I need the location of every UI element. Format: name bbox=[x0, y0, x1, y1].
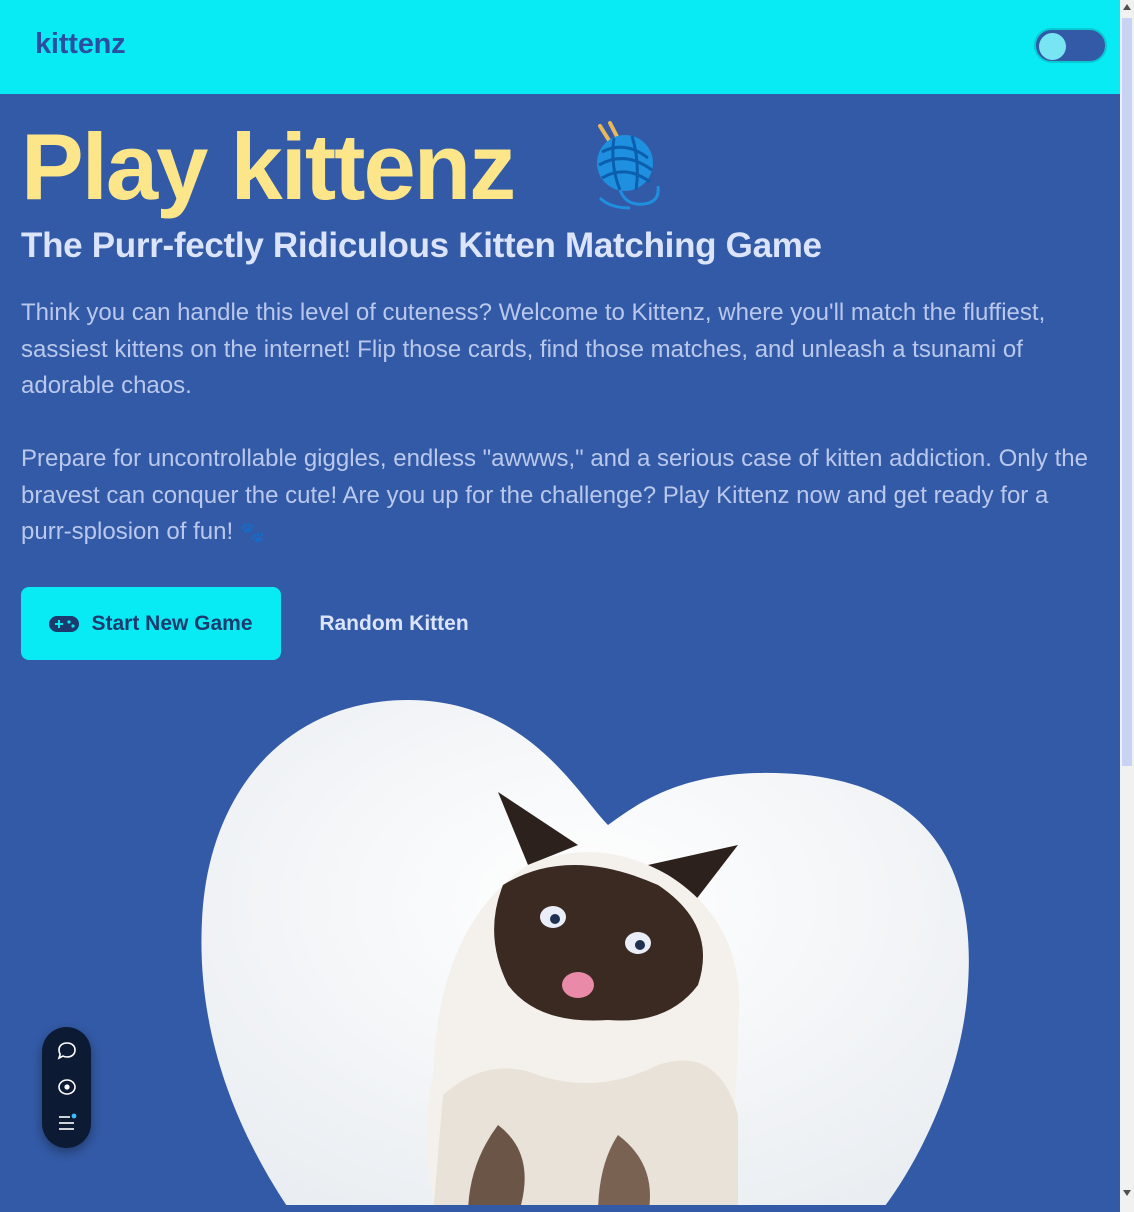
scrollbar[interactable] bbox=[1120, 0, 1134, 1212]
menu-icon[interactable] bbox=[56, 1112, 78, 1134]
scroll-up-arrow[interactable] bbox=[1123, 4, 1131, 10]
floating-dock bbox=[42, 1027, 91, 1148]
toggle-knob bbox=[1039, 33, 1066, 60]
page-subtitle: The Purr-fectly Ridiculous Kitten Matchi… bbox=[21, 226, 822, 265]
gamepad-icon bbox=[49, 615, 80, 632]
theme-toggle[interactable] bbox=[1034, 28, 1107, 63]
chat-bubble-icon[interactable] bbox=[56, 1040, 78, 1062]
random-button-label: Random Kitten bbox=[319, 611, 469, 635]
kitten-heart-image bbox=[201, 700, 969, 1205]
paw-emoji: 🐾 bbox=[239, 522, 265, 544]
scroll-down-arrow[interactable] bbox=[1123, 1190, 1131, 1196]
start-button-label: Start New Game bbox=[91, 611, 253, 635]
yarn-ball-icon bbox=[597, 121, 660, 210]
navbar: kittenz bbox=[0, 0, 1120, 94]
scroll-thumb[interactable] bbox=[1122, 18, 1132, 766]
brand-logo[interactable]: kittenz bbox=[35, 28, 126, 61]
page-title: Play kittenz bbox=[21, 114, 516, 219]
paragraph-text: Prepare for uncontrollable giggles, endl… bbox=[21, 445, 1088, 545]
eye-icon[interactable] bbox=[56, 1076, 78, 1098]
intro-paragraph-2: Prepare for uncontrollable giggles, endl… bbox=[21, 441, 1091, 552]
random-kitten-button[interactable]: Random Kitten bbox=[300, 587, 488, 660]
start-new-game-button[interactable]: Start New Game bbox=[21, 587, 281, 660]
intro-paragraph: Think you can handle this level of cuten… bbox=[21, 299, 1046, 399]
page: kittenz Play kittenz The Purr-fectly Rid… bbox=[0, 0, 1120, 1205]
